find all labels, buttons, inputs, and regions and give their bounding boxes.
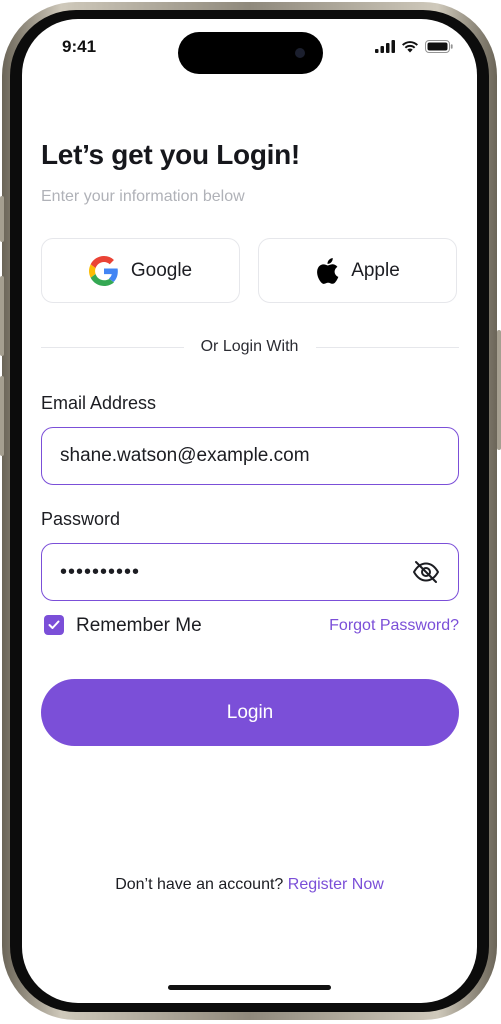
google-login-label: Google: [130, 259, 193, 281]
password-value: ••••••••••: [60, 560, 141, 583]
remember-me-checkbox[interactable]: [44, 615, 64, 635]
cellular-signal-icon: [375, 40, 395, 53]
google-login-button[interactable]: Google: [41, 238, 240, 303]
battery-icon: [425, 40, 453, 53]
google-icon: [88, 255, 118, 286]
front-camera: [295, 48, 305, 58]
email-value: shane.watson@example.com: [60, 445, 310, 466]
checkmark-icon: [48, 620, 60, 629]
dynamic-island: [178, 32, 323, 74]
apple-login-button[interactable]: Apple: [258, 238, 457, 303]
login-button-label: Login: [226, 701, 274, 723]
forgot-password-link[interactable]: Forgot Password?: [329, 617, 459, 635]
email-field[interactable]: shane.watson@example.com: [41, 427, 459, 485]
divider-text: Or Login With: [200, 338, 299, 355]
power-button: [497, 330, 501, 450]
register-now-link[interactable]: Register Now: [288, 876, 384, 893]
volume-down-button: [0, 376, 4, 456]
apple-icon: [317, 257, 339, 284]
home-indicator[interactable]: [168, 985, 331, 990]
apple-login-label: Apple: [351, 259, 400, 281]
password-label: Password: [41, 509, 121, 529]
remember-me-label[interactable]: Remember Me: [76, 615, 202, 637]
register-row: Don’t have an account? Register Now: [22, 876, 477, 894]
page-subtitle: Enter your information below: [41, 188, 245, 205]
email-label: Email Address: [41, 393, 157, 413]
status-time: 9:41: [62, 37, 97, 56]
password-field[interactable]: ••••••••••: [41, 543, 459, 601]
screen: 9:41 Let’s get you Login! Enter your inf…: [22, 19, 477, 1003]
eye-off-icon[interactable]: [412, 560, 440, 584]
login-button[interactable]: Login: [41, 679, 459, 746]
mute-switch: [0, 196, 4, 242]
page-title: Let’s get you Login!: [41, 139, 300, 170]
wifi-icon: [402, 41, 418, 53]
volume-up-button: [0, 276, 4, 356]
status-icons: [375, 40, 453, 53]
register-prompt: Don’t have an account?: [115, 876, 284, 893]
